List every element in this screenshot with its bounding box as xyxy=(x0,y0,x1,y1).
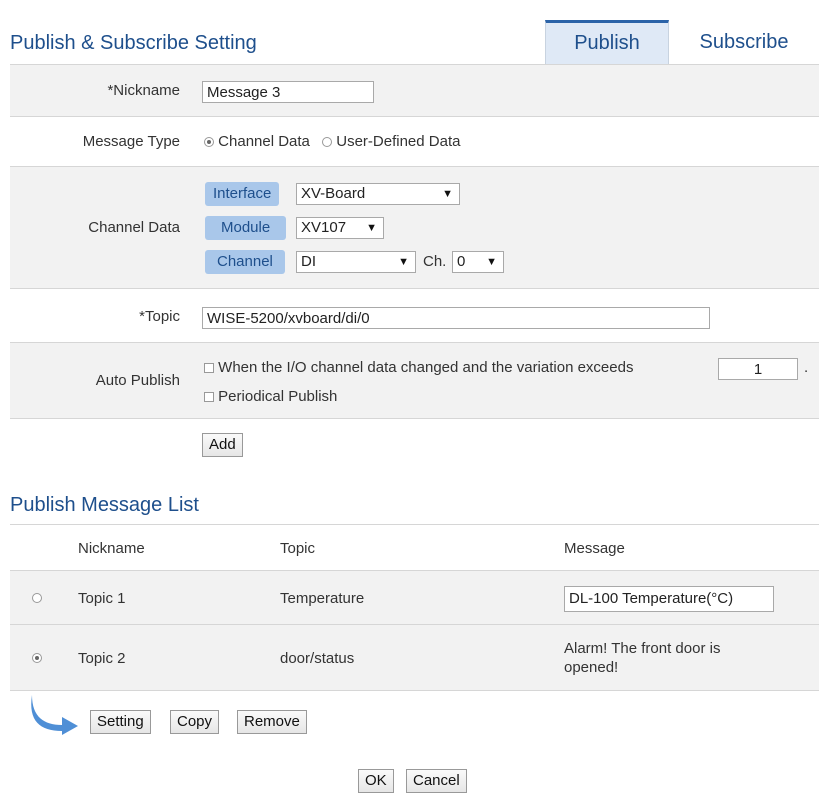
tab-publish[interactable]: Publish xyxy=(545,20,669,64)
row-topic: Temperature xyxy=(280,590,365,607)
tab-subscribe[interactable]: Subscribe xyxy=(669,20,819,64)
ch-label: Ch. xyxy=(423,253,447,270)
periodical-checkbox[interactable] xyxy=(204,392,214,403)
interface-select-value: XV-Board xyxy=(301,185,366,202)
list-actions-row: Setting Copy Remove xyxy=(10,690,819,746)
radio-channel-data-label: Channel Data xyxy=(218,133,310,150)
nickname-row: *Nickname Message 3 xyxy=(10,64,819,116)
column-topic: Topic xyxy=(280,540,316,557)
ok-button[interactable]: OK xyxy=(358,769,394,793)
message-type-label: Message Type xyxy=(82,133,180,150)
table-row[interactable]: Topic 1 Temperature DL-100 Temperature(°… xyxy=(10,570,819,624)
cancel-button[interactable]: Cancel xyxy=(406,769,467,793)
module-tag: Module xyxy=(205,216,287,240)
column-nickname: Nickname xyxy=(78,540,145,557)
radio-user-defined-data-label: User-Defined Data xyxy=(336,133,461,150)
row-nickname: Topic 1 xyxy=(78,590,126,607)
row-nickname: Topic 2 xyxy=(78,650,126,667)
module-select[interactable]: XV107 ▼ xyxy=(296,217,384,239)
channel-data-label: Channel Data xyxy=(88,219,180,236)
interface-tag: Interface xyxy=(205,182,280,206)
add-button[interactable]: Add xyxy=(202,433,243,457)
channel-data-row: Channel Data Interface XV-Board ▼ Module… xyxy=(10,166,819,288)
row-radio[interactable] xyxy=(32,653,42,663)
chevron-down-icon: ▼ xyxy=(366,222,377,234)
channel-select-value: DI xyxy=(301,253,316,270)
radio-channel-data[interactable] xyxy=(204,137,214,148)
setting-button[interactable]: Setting xyxy=(90,710,151,734)
row-message: DL-100 Temperature(°C) xyxy=(564,586,774,612)
page-title: Publish & Subscribe Setting xyxy=(10,32,257,54)
periodical-option: Periodical Publish xyxy=(204,388,337,405)
radio-user-defined-data[interactable] xyxy=(322,137,333,148)
channel-tag: Channel xyxy=(205,250,285,274)
nickname-label: *Nickname xyxy=(107,82,180,99)
variation-option: When the I/O channel data changed and th… xyxy=(204,359,633,376)
chevron-down-icon: ▼ xyxy=(486,256,497,268)
add-row: Add xyxy=(10,418,819,468)
auto-publish-row: Auto Publish When the I/O channel data c… xyxy=(10,342,819,418)
list-header-row: Nickname Topic Message xyxy=(10,524,819,570)
column-message: Message xyxy=(564,540,625,557)
auto-publish-label: Auto Publish xyxy=(95,372,180,389)
module-select-value: XV107 xyxy=(301,219,347,236)
row-radio[interactable] xyxy=(32,593,42,603)
ch-select-value: 0 xyxy=(457,253,466,270)
nickname-input[interactable]: Message 3 xyxy=(202,81,374,103)
topic-input[interactable]: WISE-5200/xvboard/di/0 xyxy=(202,307,710,329)
row-topic: door/status xyxy=(280,650,355,667)
list-title: Publish Message List xyxy=(10,494,199,516)
remove-button[interactable]: Remove xyxy=(237,710,307,734)
table-row[interactable]: Topic 2 door/status Alarm! The front doo… xyxy=(10,624,819,690)
interface-select[interactable]: XV-Board ▼ xyxy=(296,183,460,205)
row-message: Alarm! The front door is opened! xyxy=(564,640,721,676)
channel-select[interactable]: DI ▼ xyxy=(296,251,416,273)
variation-checkbox-label: When the I/O channel data changed and th… xyxy=(218,359,634,376)
message-type-options: Channel Data User-Defined Data xyxy=(204,133,460,150)
periodical-checkbox-label: Periodical Publish xyxy=(218,388,338,405)
chevron-down-icon: ▼ xyxy=(442,188,453,200)
variation-input[interactable]: 1 xyxy=(718,358,798,380)
ch-select[interactable]: 0 ▼ xyxy=(452,251,504,273)
chevron-down-icon: ▼ xyxy=(398,256,409,268)
curved-arrow-icon xyxy=(31,695,79,735)
variation-checkbox[interactable] xyxy=(204,363,214,374)
copy-button[interactable]: Copy xyxy=(170,710,220,734)
message-type-row: Message Type Channel Data User-Defined D… xyxy=(10,116,819,166)
topic-row: *Topic WISE-5200/xvboard/di/0 xyxy=(10,288,819,342)
variation-suffix: . xyxy=(804,359,809,376)
topic-label: *Topic xyxy=(139,308,180,325)
